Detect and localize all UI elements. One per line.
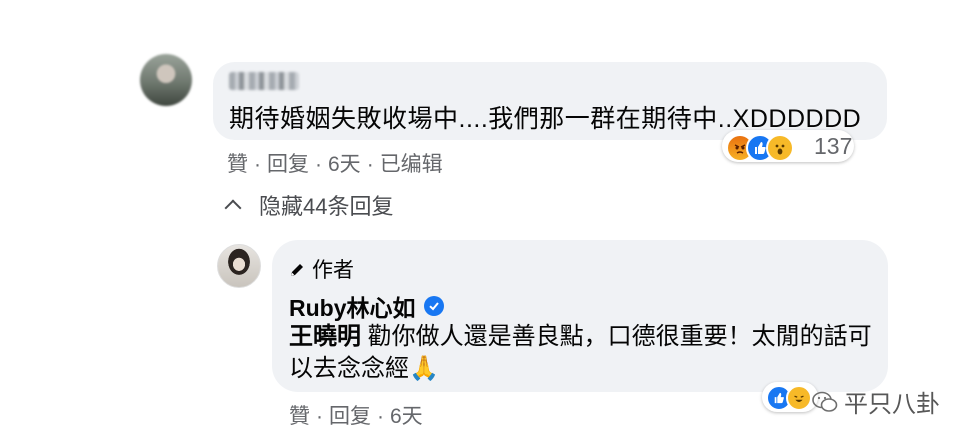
like-button[interactable]: 贊: [289, 405, 310, 428]
commenter-name-blurred[interactable]: [229, 72, 299, 90]
author-badge-label: 作者: [312, 259, 354, 282]
pray-emoji: 🙏: [409, 355, 439, 382]
hide-replies-label: 隐藏44条回复: [259, 194, 394, 219]
separator: ·: [316, 405, 323, 428]
pencil-icon: [288, 261, 304, 277]
reaction-count: 137: [814, 133, 853, 159]
reply-author: Ruby林心如: [289, 289, 444, 323]
reply-body: 勸你做人還是善良點，口德很重要！太閒的話可以去念念經: [289, 323, 872, 382]
reply-text: 王曉明 勸你做人還是善良點，口德很重要！太閒的話可以去念念經🙏: [289, 321, 879, 385]
comment-reactions[interactable]: 137: [722, 130, 862, 164]
reply-actions: 贊 · 回复 · 6天: [289, 400, 423, 430]
author-avatar[interactable]: [217, 244, 261, 288]
wow-icon: [766, 134, 794, 162]
edited-label: 已编辑: [379, 153, 443, 176]
commenter-avatar[interactable]: [140, 54, 192, 106]
verified-badge-icon: [423, 296, 444, 316]
timestamp-link[interactable]: 6天: [328, 153, 361, 176]
separator: ·: [315, 153, 322, 176]
like-button[interactable]: 贊: [227, 153, 248, 176]
mention-link[interactable]: 王曉明: [289, 323, 361, 350]
separator: ·: [366, 153, 374, 176]
reply-button[interactable]: 回复: [267, 153, 309, 176]
separator: ·: [377, 405, 384, 428]
haha-icon: [786, 385, 812, 411]
hide-replies-button[interactable]: 隐藏44条回复: [224, 189, 394, 221]
chevron-up-icon: [224, 199, 242, 217]
watermark: 平只八卦: [812, 384, 940, 419]
reply-author-name[interactable]: Ruby林心如: [289, 289, 416, 323]
reply-button[interactable]: 回复: [329, 405, 371, 428]
comment-actions: 贊 · 回复 · 6天 · 已编辑: [227, 148, 443, 178]
wechat-logo-icon: [812, 391, 838, 413]
author-badge: 作者: [288, 254, 354, 284]
watermark-text: 平只八卦: [844, 391, 940, 418]
timestamp-link[interactable]: 6天: [390, 405, 423, 428]
separator: ·: [254, 153, 261, 176]
